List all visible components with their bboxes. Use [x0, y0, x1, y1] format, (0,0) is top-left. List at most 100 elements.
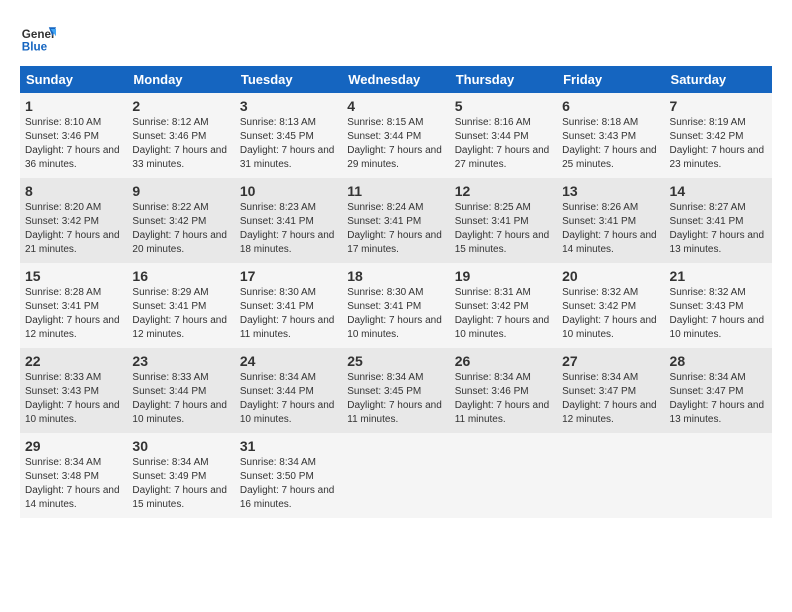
- day-info: Sunrise: 8:34 AMSunset: 3:46 PMDaylight:…: [455, 372, 550, 425]
- day-info: Sunrise: 8:13 AMSunset: 3:45 PMDaylight:…: [240, 117, 335, 170]
- day-number: 26: [455, 353, 552, 369]
- day-info: Sunrise: 8:24 AMSunset: 3:41 PMDaylight:…: [347, 202, 442, 255]
- week-row-5: 29 Sunrise: 8:34 AMSunset: 3:48 PMDaylig…: [20, 433, 772, 518]
- day-number: 17: [240, 268, 337, 284]
- week-row-4: 22 Sunrise: 8:33 AMSunset: 3:43 PMDaylig…: [20, 348, 772, 433]
- calendar-cell: [557, 433, 664, 518]
- calendar-cell: 20 Sunrise: 8:32 AMSunset: 3:42 PMDaylig…: [557, 263, 664, 348]
- day-info: Sunrise: 8:15 AMSunset: 3:44 PMDaylight:…: [347, 117, 442, 170]
- day-info: Sunrise: 8:25 AMSunset: 3:41 PMDaylight:…: [455, 202, 550, 255]
- day-number: 27: [562, 353, 659, 369]
- calendar-cell: 1 Sunrise: 8:10 AMSunset: 3:46 PMDayligh…: [20, 93, 127, 178]
- calendar-cell: 31 Sunrise: 8:34 AMSunset: 3:50 PMDaylig…: [235, 433, 342, 518]
- day-number: 14: [670, 183, 767, 199]
- calendar-cell: 7 Sunrise: 8:19 AMSunset: 3:42 PMDayligh…: [665, 93, 772, 178]
- day-info: Sunrise: 8:32 AMSunset: 3:42 PMDaylight:…: [562, 287, 657, 340]
- day-number: 8: [25, 183, 122, 199]
- header-cell-thursday: Thursday: [450, 66, 557, 93]
- calendar-cell: 12 Sunrise: 8:25 AMSunset: 3:41 PMDaylig…: [450, 178, 557, 263]
- day-number: 22: [25, 353, 122, 369]
- day-number: 28: [670, 353, 767, 369]
- calendar-cell: 21 Sunrise: 8:32 AMSunset: 3:43 PMDaylig…: [665, 263, 772, 348]
- day-number: 11: [347, 183, 444, 199]
- calendar-cell: 14 Sunrise: 8:27 AMSunset: 3:41 PMDaylig…: [665, 178, 772, 263]
- header-cell-wednesday: Wednesday: [342, 66, 449, 93]
- day-info: Sunrise: 8:31 AMSunset: 3:42 PMDaylight:…: [455, 287, 550, 340]
- calendar-cell: [665, 433, 772, 518]
- calendar-cell: 27 Sunrise: 8:34 AMSunset: 3:47 PMDaylig…: [557, 348, 664, 433]
- logo-icon: General Blue: [20, 20, 56, 56]
- day-number: 23: [132, 353, 229, 369]
- calendar-cell: 19 Sunrise: 8:31 AMSunset: 3:42 PMDaylig…: [450, 263, 557, 348]
- day-info: Sunrise: 8:34 AMSunset: 3:47 PMDaylight:…: [670, 372, 765, 425]
- week-row-2: 8 Sunrise: 8:20 AMSunset: 3:42 PMDayligh…: [20, 178, 772, 263]
- day-number: 18: [347, 268, 444, 284]
- calendar-cell: 25 Sunrise: 8:34 AMSunset: 3:45 PMDaylig…: [342, 348, 449, 433]
- calendar-cell: 23 Sunrise: 8:33 AMSunset: 3:44 PMDaylig…: [127, 348, 234, 433]
- day-number: 3: [240, 98, 337, 114]
- day-info: Sunrise: 8:33 AMSunset: 3:44 PMDaylight:…: [132, 372, 227, 425]
- calendar-cell: 10 Sunrise: 8:23 AMSunset: 3:41 PMDaylig…: [235, 178, 342, 263]
- day-number: 4: [347, 98, 444, 114]
- day-number: 10: [240, 183, 337, 199]
- day-info: Sunrise: 8:30 AMSunset: 3:41 PMDaylight:…: [347, 287, 442, 340]
- day-info: Sunrise: 8:34 AMSunset: 3:44 PMDaylight:…: [240, 372, 335, 425]
- calendar-cell: 2 Sunrise: 8:12 AMSunset: 3:46 PMDayligh…: [127, 93, 234, 178]
- day-info: Sunrise: 8:28 AMSunset: 3:41 PMDaylight:…: [25, 287, 120, 340]
- header-row: SundayMondayTuesdayWednesdayThursdayFrid…: [20, 66, 772, 93]
- day-info: Sunrise: 8:29 AMSunset: 3:41 PMDaylight:…: [132, 287, 227, 340]
- day-number: 6: [562, 98, 659, 114]
- day-number: 30: [132, 438, 229, 454]
- day-info: Sunrise: 8:33 AMSunset: 3:43 PMDaylight:…: [25, 372, 120, 425]
- day-number: 15: [25, 268, 122, 284]
- header-cell-tuesday: Tuesday: [235, 66, 342, 93]
- day-number: 16: [132, 268, 229, 284]
- day-info: Sunrise: 8:10 AMSunset: 3:46 PMDaylight:…: [25, 117, 120, 170]
- calendar-cell: 6 Sunrise: 8:18 AMSunset: 3:43 PMDayligh…: [557, 93, 664, 178]
- calendar-cell: 8 Sunrise: 8:20 AMSunset: 3:42 PMDayligh…: [20, 178, 127, 263]
- day-info: Sunrise: 8:30 AMSunset: 3:41 PMDaylight:…: [240, 287, 335, 340]
- day-number: 5: [455, 98, 552, 114]
- calendar-table: SundayMondayTuesdayWednesdayThursdayFrid…: [20, 66, 772, 518]
- day-info: Sunrise: 8:12 AMSunset: 3:46 PMDaylight:…: [132, 117, 227, 170]
- logo: General Blue: [20, 20, 60, 56]
- day-info: Sunrise: 8:34 AMSunset: 3:50 PMDaylight:…: [240, 457, 335, 510]
- day-info: Sunrise: 8:19 AMSunset: 3:42 PMDaylight:…: [670, 117, 765, 170]
- day-number: 12: [455, 183, 552, 199]
- calendar-cell: 30 Sunrise: 8:34 AMSunset: 3:49 PMDaylig…: [127, 433, 234, 518]
- day-number: 7: [670, 98, 767, 114]
- day-number: 2: [132, 98, 229, 114]
- day-info: Sunrise: 8:22 AMSunset: 3:42 PMDaylight:…: [132, 202, 227, 255]
- day-number: 31: [240, 438, 337, 454]
- calendar-cell: 5 Sunrise: 8:16 AMSunset: 3:44 PMDayligh…: [450, 93, 557, 178]
- calendar-cell: 3 Sunrise: 8:13 AMSunset: 3:45 PMDayligh…: [235, 93, 342, 178]
- day-info: Sunrise: 8:34 AMSunset: 3:45 PMDaylight:…: [347, 372, 442, 425]
- calendar-cell: 9 Sunrise: 8:22 AMSunset: 3:42 PMDayligh…: [127, 178, 234, 263]
- week-row-1: 1 Sunrise: 8:10 AMSunset: 3:46 PMDayligh…: [20, 93, 772, 178]
- day-info: Sunrise: 8:34 AMSunset: 3:47 PMDaylight:…: [562, 372, 657, 425]
- day-number: 21: [670, 268, 767, 284]
- day-info: Sunrise: 8:18 AMSunset: 3:43 PMDaylight:…: [562, 117, 657, 170]
- day-info: Sunrise: 8:20 AMSunset: 3:42 PMDaylight:…: [25, 202, 120, 255]
- calendar-cell: 26 Sunrise: 8:34 AMSunset: 3:46 PMDaylig…: [450, 348, 557, 433]
- calendar-cell: 18 Sunrise: 8:30 AMSunset: 3:41 PMDaylig…: [342, 263, 449, 348]
- calendar-cell: [450, 433, 557, 518]
- day-info: Sunrise: 8:16 AMSunset: 3:44 PMDaylight:…: [455, 117, 550, 170]
- svg-text:Blue: Blue: [22, 41, 48, 54]
- calendar-cell: 29 Sunrise: 8:34 AMSunset: 3:48 PMDaylig…: [20, 433, 127, 518]
- page-header: General Blue: [20, 20, 772, 56]
- calendar-cell: 11 Sunrise: 8:24 AMSunset: 3:41 PMDaylig…: [342, 178, 449, 263]
- day-number: 1: [25, 98, 122, 114]
- calendar-cell: 16 Sunrise: 8:29 AMSunset: 3:41 PMDaylig…: [127, 263, 234, 348]
- calendar-cell: 17 Sunrise: 8:30 AMSunset: 3:41 PMDaylig…: [235, 263, 342, 348]
- day-info: Sunrise: 8:26 AMSunset: 3:41 PMDaylight:…: [562, 202, 657, 255]
- calendar-cell: [342, 433, 449, 518]
- header-cell-friday: Friday: [557, 66, 664, 93]
- day-number: 25: [347, 353, 444, 369]
- day-number: 24: [240, 353, 337, 369]
- day-number: 9: [132, 183, 229, 199]
- day-number: 19: [455, 268, 552, 284]
- calendar-cell: 15 Sunrise: 8:28 AMSunset: 3:41 PMDaylig…: [20, 263, 127, 348]
- week-row-3: 15 Sunrise: 8:28 AMSunset: 3:41 PMDaylig…: [20, 263, 772, 348]
- calendar-cell: 22 Sunrise: 8:33 AMSunset: 3:43 PMDaylig…: [20, 348, 127, 433]
